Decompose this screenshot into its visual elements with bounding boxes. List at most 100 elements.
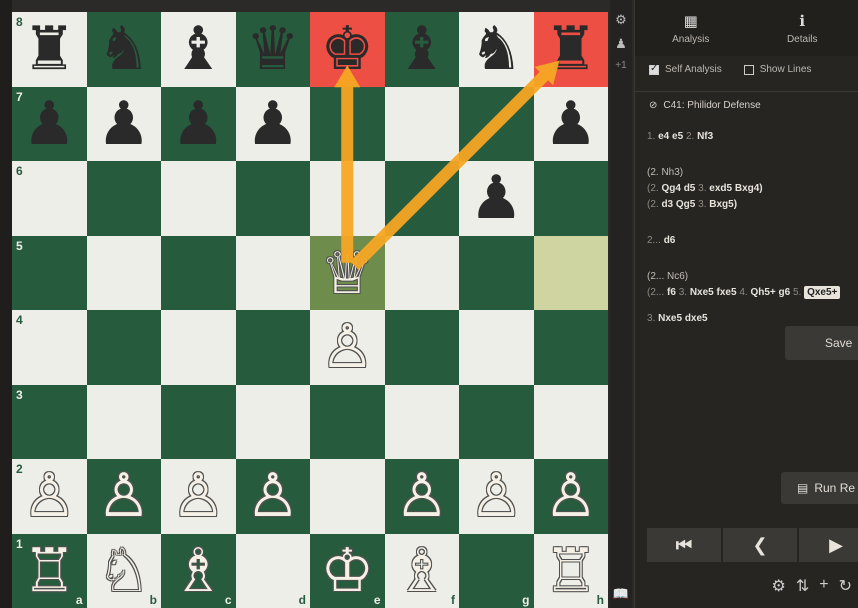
flip-board-icon[interactable]: ⇅ bbox=[796, 576, 809, 596]
square-f1[interactable]: f ♗ bbox=[384, 533, 460, 608]
square-c7[interactable]: ♟ bbox=[161, 86, 236, 161]
black-pawn-icon[interactable]: ♟ bbox=[12, 87, 87, 162]
move[interactable]: e4 bbox=[658, 131, 669, 142]
black-pawn-icon[interactable]: ♟ bbox=[236, 87, 311, 162]
square-c2[interactable]: ♙ bbox=[161, 459, 236, 534]
square-b2[interactable]: ♙ bbox=[86, 459, 162, 534]
square-b1[interactable]: b ♘ bbox=[86, 533, 162, 608]
move[interactable]: d3 bbox=[661, 199, 673, 210]
square-g8[interactable]: ♞ bbox=[459, 12, 534, 87]
square-a3[interactable]: 3 bbox=[12, 384, 87, 459]
move[interactable]: d5 bbox=[684, 183, 696, 194]
white-pawn-icon[interactable]: ♙ bbox=[161, 459, 236, 534]
move[interactable]: Nf3 bbox=[697, 131, 713, 142]
square-c5[interactable] bbox=[161, 235, 236, 310]
move[interactable]: Nxe5 bbox=[690, 287, 714, 298]
current-move[interactable]: Qxe5+ bbox=[804, 286, 841, 299]
white-bishop-icon[interactable]: ♗ bbox=[385, 534, 460, 608]
square-d4[interactable] bbox=[235, 310, 310, 385]
black-king-icon[interactable]: ♚ bbox=[310, 12, 385, 87]
white-knight-icon[interactable]: ♘ bbox=[87, 534, 162, 608]
white-bishop-icon[interactable]: ♗ bbox=[161, 534, 236, 608]
next-move-button[interactable]: ▶ bbox=[799, 528, 858, 562]
pawn-icon[interactable]: ♟ bbox=[615, 36, 627, 52]
square-a2[interactable]: 2 ♙ bbox=[12, 459, 87, 534]
white-pawn-icon[interactable]: ♙ bbox=[12, 459, 87, 534]
square-g3[interactable] bbox=[459, 384, 534, 459]
square-a1[interactable]: 1 a ♖ bbox=[12, 533, 87, 608]
move[interactable]: Qh5+ bbox=[750, 287, 775, 298]
settings-gear-icon[interactable]: ⚙ bbox=[615, 12, 627, 28]
square-b3[interactable] bbox=[86, 384, 161, 459]
self-analysis-checkbox[interactable]: Self Analysis bbox=[649, 63, 722, 75]
black-rook-icon[interactable]: ♜ bbox=[12, 12, 87, 87]
square-f8[interactable]: ♝ bbox=[384, 12, 459, 87]
square-g4[interactable] bbox=[459, 310, 534, 385]
book-icon[interactable]: 📖 bbox=[613, 586, 629, 602]
variation-line[interactable]: (2... f6 3. Nxe5 fxe5 4. Qh5+ g6 5. Qxe5… bbox=[635, 285, 858, 301]
white-pawn-icon[interactable]: ♙ bbox=[459, 459, 534, 534]
square-d3[interactable] bbox=[235, 384, 310, 459]
square-e5[interactable]: ♕ bbox=[310, 235, 385, 311]
black-pawn-icon[interactable]: ♟ bbox=[87, 87, 162, 162]
square-e3[interactable] bbox=[310, 384, 385, 459]
square-h4[interactable] bbox=[533, 310, 608, 385]
move[interactable]: Qg4 bbox=[661, 183, 680, 194]
variation-line[interactable]: (2... Nc6) bbox=[635, 269, 858, 285]
white-pawn-icon[interactable]: ♙ bbox=[236, 459, 311, 534]
square-f4[interactable] bbox=[384, 310, 459, 385]
tab-analysis[interactable]: ▦ Analysis bbox=[635, 0, 747, 56]
black-rook-icon[interactable]: ♜ bbox=[534, 12, 609, 87]
variation-line[interactable]: (2. Nh3) bbox=[635, 165, 858, 181]
square-g2[interactable]: ♙ bbox=[459, 459, 534, 534]
square-d6[interactable] bbox=[235, 161, 310, 236]
square-d5[interactable] bbox=[235, 235, 310, 310]
square-d7[interactable]: ♟ bbox=[235, 86, 311, 162]
square-h3[interactable] bbox=[533, 384, 608, 459]
square-h1[interactable]: h ♖ bbox=[533, 533, 608, 608]
square-f6[interactable] bbox=[384, 161, 459, 236]
square-a8[interactable]: 8 ♜ bbox=[12, 12, 87, 87]
square-e4[interactable]: ♙ bbox=[310, 310, 385, 385]
chess-board[interactable]: 8 ♜ ♞ ♝ ♛ ♚ ♝ ♞ ♜ 7 ♟ ♟ ♟ ♟ ♟ 6 ♟ 5 ♕ 4 ♙ 3 2 ♙ ♙ ♙ ♙ ♙ ♙ ♙ 1 a ♖ b ♘ c ♗ d e ♔… bbox=[12, 12, 608, 608]
move[interactable]: f6 bbox=[667, 287, 676, 298]
first-move-button[interactable]: ⏮ bbox=[647, 528, 721, 562]
square-b7[interactable]: ♟ bbox=[86, 86, 162, 162]
tab-details[interactable]: ℹ Details bbox=[747, 0, 858, 56]
white-pawn-icon[interactable]: ♙ bbox=[310, 310, 385, 385]
move[interactable]: Bxg4) bbox=[735, 183, 763, 194]
square-f3[interactable] bbox=[384, 384, 459, 459]
settings-icon[interactable]: ⚙ bbox=[772, 576, 786, 596]
square-h5[interactable] bbox=[533, 235, 608, 310]
black-pawn-icon[interactable]: ♟ bbox=[459, 161, 534, 236]
square-c6[interactable] bbox=[161, 161, 236, 236]
previous-move-button[interactable]: ❮ bbox=[723, 528, 797, 562]
black-knight-icon[interactable]: ♞ bbox=[87, 12, 162, 87]
white-pawn-icon[interactable]: ♙ bbox=[87, 459, 162, 534]
square-e7[interactable] bbox=[310, 86, 385, 161]
square-d2[interactable]: ♙ bbox=[235, 459, 311, 534]
variation-line[interactable]: (2. d3 Qg5 3. Bxg5) bbox=[635, 197, 858, 213]
square-c8[interactable]: ♝ bbox=[161, 12, 236, 87]
square-d8[interactable]: ♛ bbox=[235, 12, 310, 87]
variation-line[interactable]: (2. Qg4 d5 3. exd5 Bxg4) bbox=[635, 181, 858, 197]
square-a5[interactable]: 5 bbox=[12, 235, 87, 310]
white-queen-icon[interactable]: ♕ bbox=[310, 236, 385, 311]
square-a6[interactable]: 6 bbox=[12, 161, 87, 236]
square-e2[interactable] bbox=[310, 459, 385, 534]
move[interactable]: Qg5 bbox=[676, 199, 695, 210]
square-g1[interactable]: g bbox=[459, 533, 534, 608]
square-a4[interactable]: 4 bbox=[12, 310, 87, 385]
square-e6[interactable] bbox=[310, 161, 385, 236]
move[interactable]: dxe5 bbox=[685, 313, 708, 324]
run-report-button[interactable]: ▤ Run Re bbox=[781, 472, 858, 504]
square-e8[interactable]: ♚ bbox=[310, 12, 385, 87]
move[interactable]: Bxg5) bbox=[709, 199, 737, 210]
black-pawn-icon[interactable]: ♟ bbox=[534, 87, 609, 162]
move[interactable]: g6 bbox=[779, 287, 791, 298]
square-h2[interactable]: ♙ bbox=[533, 459, 608, 534]
square-c3[interactable] bbox=[161, 384, 236, 459]
move-line[interactable]: 2... d6 bbox=[635, 233, 858, 249]
white-king-icon[interactable]: ♔ bbox=[310, 534, 385, 608]
move[interactable]: d6 bbox=[664, 235, 676, 246]
